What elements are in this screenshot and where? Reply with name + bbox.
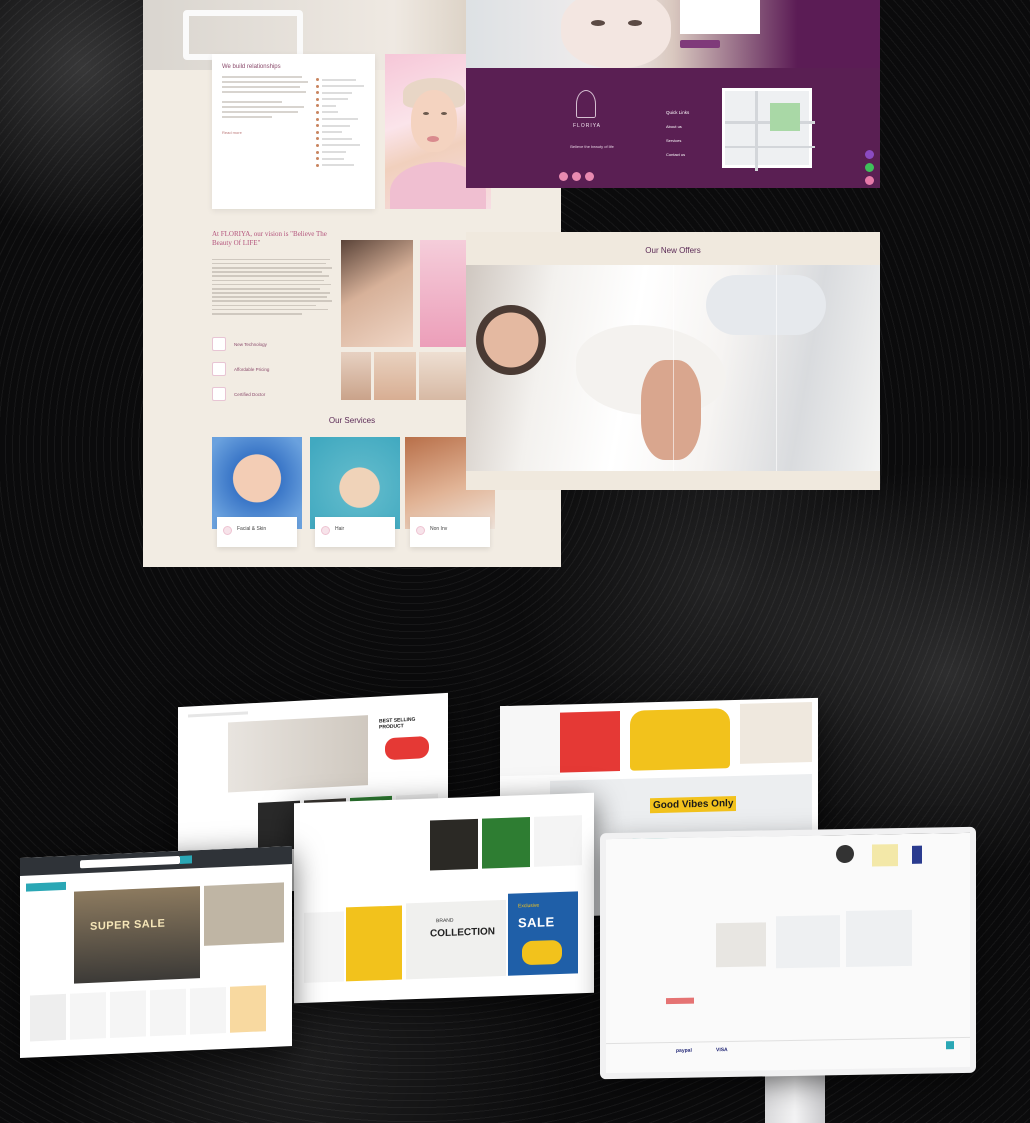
yellow-sofa-image xyxy=(630,708,730,771)
furniture-site-c: BRAND COLLECTION Exclusive SALE xyxy=(294,792,594,1004)
treatment-device xyxy=(706,275,826,335)
booking-form[interactable] xyxy=(680,0,760,34)
list-item[interactable] xyxy=(316,97,364,101)
service-icon xyxy=(223,526,232,535)
feature-affordable-pricing: Affordable Pricing xyxy=(212,362,269,376)
photo-tile xyxy=(419,352,467,400)
relationships-card-title: We build relationships xyxy=(222,64,281,70)
product-tile[interactable] xyxy=(230,985,266,1033)
list-item[interactable] xyxy=(316,124,364,128)
product-tile[interactable] xyxy=(190,986,226,1035)
service-image xyxy=(212,437,302,529)
monitor-bezel xyxy=(600,826,976,1080)
service-icon xyxy=(321,526,330,535)
hero-room-image xyxy=(228,715,368,793)
twitter-icon[interactable] xyxy=(585,172,594,181)
photo-tile xyxy=(341,240,413,347)
service-card-hair[interactable]: Hair xyxy=(310,437,400,549)
list-item[interactable] xyxy=(316,143,364,147)
collection-banner: BRAND COLLECTION xyxy=(406,899,506,980)
promo-badge: BEST SELLING PRODUCT xyxy=(373,709,441,779)
super-sale-hero: SUPER SALE xyxy=(74,886,200,984)
about-paragraph xyxy=(212,256,332,317)
feature-certified-doctor: Certified Doctor xyxy=(212,387,265,401)
list-item[interactable] xyxy=(316,130,364,134)
clinic-furniture-image xyxy=(183,10,303,60)
pricing-icon xyxy=(212,362,226,376)
search-icon[interactable] xyxy=(180,855,192,864)
body-treatment-photo xyxy=(466,265,880,471)
list-item[interactable] xyxy=(316,157,364,161)
about-heading: At FLORIYA, our vision is "Believe The B… xyxy=(212,230,327,247)
product-tile[interactable] xyxy=(110,990,146,1039)
product-tile[interactable] xyxy=(70,992,106,1040)
service-icon xyxy=(416,526,425,535)
services-list xyxy=(316,78,364,170)
list-item[interactable] xyxy=(316,104,364,108)
photo-tile xyxy=(374,352,416,400)
list-item[interactable] xyxy=(316,110,364,114)
list-item[interactable] xyxy=(316,163,364,167)
product-tile[interactable] xyxy=(30,993,66,1042)
instagram-icon[interactable] xyxy=(572,172,581,181)
submit-button[interactable] xyxy=(680,40,720,48)
brand-tagline: Believe the beauty of life xyxy=(570,144,614,149)
quick-links-title: Quick Links xyxy=(666,110,690,115)
list-item[interactable] xyxy=(316,150,364,154)
quick-link[interactable]: Services xyxy=(666,138,689,143)
service-card-facial[interactable]: Facial & Skin xyxy=(212,437,302,549)
phone-icon[interactable] xyxy=(865,150,874,159)
list-item[interactable] xyxy=(316,91,364,95)
categories-button[interactable] xyxy=(26,881,66,892)
sale-banner: Exclusive SALE xyxy=(508,891,578,976)
product-tile[interactable] xyxy=(482,816,530,869)
offers-screenshot: Our New Offers xyxy=(466,232,880,490)
list-item[interactable] xyxy=(316,137,364,141)
yellow-chair-banner xyxy=(346,905,402,982)
brand-name: FLORIYA xyxy=(572,123,602,129)
photo-tile xyxy=(341,352,371,400)
location-map[interactable] xyxy=(722,88,815,171)
product-tile[interactable] xyxy=(430,818,478,871)
furniture-site-d: SUPER SALE xyxy=(20,846,292,1058)
quick-links: Quick Links About us Services Contact us xyxy=(666,110,689,166)
service-image xyxy=(310,437,400,529)
list-item[interactable] xyxy=(316,117,364,121)
technology-icon xyxy=(212,337,226,351)
hero-face-mask-image xyxy=(466,0,880,68)
feature-new-technology: New Technology xyxy=(212,337,267,351)
chat-icon[interactable] xyxy=(865,176,874,185)
facebook-icon[interactable] xyxy=(559,172,568,181)
list-item[interactable] xyxy=(316,84,364,88)
product-tile[interactable] xyxy=(534,815,582,867)
list-item[interactable] xyxy=(316,78,364,81)
monitor-stand xyxy=(765,1070,825,1123)
search-input[interactable] xyxy=(80,855,180,869)
photo-tile xyxy=(420,240,467,347)
red-chair-image xyxy=(560,711,620,773)
brand-logo-icon xyxy=(576,90,596,118)
product-tile[interactable] xyxy=(150,988,186,1037)
relationships-card: We build relationships Read more xyxy=(212,54,375,209)
purple-footer-screenshot: FLORIYA Believe the beauty of life Quick… xyxy=(466,0,880,188)
doctor-icon xyxy=(212,387,226,401)
whatsapp-icon[interactable] xyxy=(865,163,874,172)
quick-link[interactable]: Contact us xyxy=(666,152,689,157)
quick-link[interactable]: About us xyxy=(666,124,689,129)
offers-heading: Our New Offers xyxy=(645,246,701,255)
